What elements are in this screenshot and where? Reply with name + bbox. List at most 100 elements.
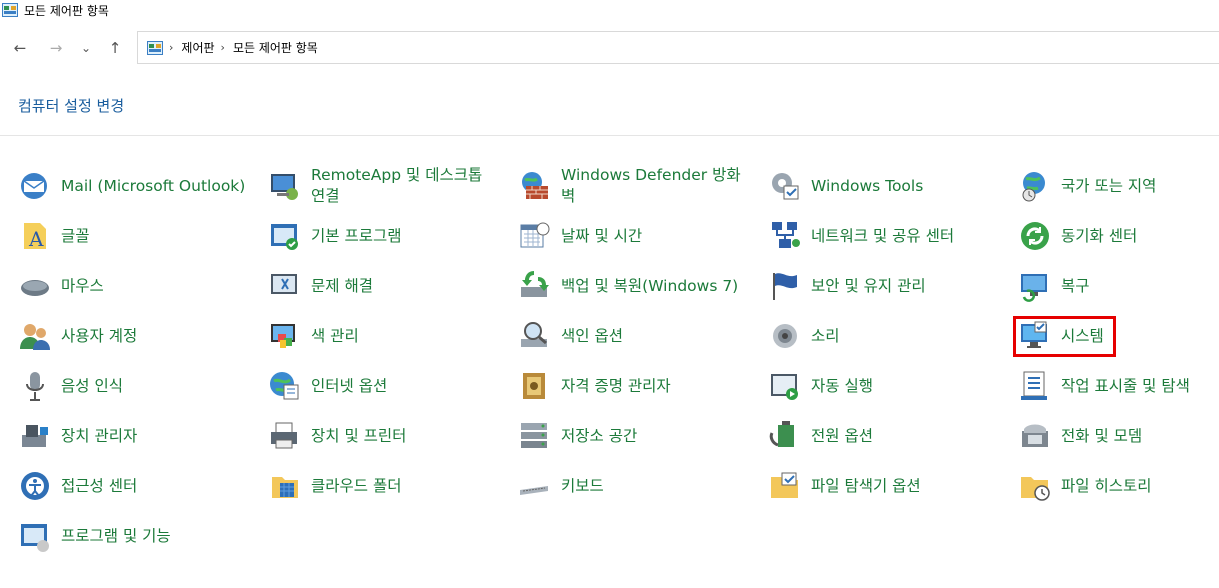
- title-bar: 모든 제어판 항목: [0, 0, 1219, 20]
- control-panel-item[interactable]: 네트워크 및 공유 센터: [768, 220, 954, 252]
- phone-icon: [1022, 424, 1048, 447]
- sync-icon: [1021, 222, 1049, 250]
- control-panel-item[interactable]: 기본 프로그램: [268, 220, 402, 252]
- folder-options-icon: [771, 472, 798, 498]
- control-panel-item-label: 사용자 계정: [61, 326, 138, 345]
- control-panel-item[interactable]: 음성 인식: [18, 370, 123, 402]
- window-title: 모든 제어판 항목: [24, 3, 109, 18]
- microphone-icon: [26, 372, 44, 401]
- control-panel-item-label: 키보드: [561, 476, 604, 495]
- control-panel-item-label: 프로그램 및 기능: [61, 526, 171, 545]
- control-panel-item-label: 글꼴: [61, 226, 90, 245]
- control-panel-item[interactable]: 색 관리: [268, 320, 359, 352]
- svg-text:A: A: [28, 227, 44, 251]
- speaker-icon: [773, 324, 797, 348]
- tools-icon: [772, 173, 799, 200]
- color-management-icon: [271, 324, 295, 348]
- control-panel-item[interactable]: 전화 및 모뎀: [1018, 420, 1142, 452]
- recent-locations-button[interactable]: ⌄: [76, 38, 96, 58]
- backup-icon: [521, 271, 549, 297]
- control-panel-item[interactable]: 마우스: [18, 270, 104, 302]
- chevron-right-icon: ›: [220, 41, 225, 54]
- control-panel-item[interactable]: 파일 탐색기 옵션: [768, 470, 921, 502]
- navigation-bar: ← → ⌄ ↑ › 제어판 › 모든 제어판 항목: [0, 31, 1219, 65]
- control-panel-item[interactable]: 프로그램 및 기능: [18, 520, 171, 552]
- control-panel-item-label: 동기화 센터: [1061, 226, 1138, 245]
- breadcrumb-control-panel[interactable]: 제어판: [181, 39, 214, 56]
- control-panel-item[interactable]: A 글꼴: [18, 220, 90, 252]
- control-panel-item-label: 기본 프로그램: [311, 226, 402, 245]
- control-panel-item-label: 자동 실행: [811, 376, 873, 395]
- control-panel-item-label: 마우스: [61, 276, 104, 295]
- control-panel-item[interactable]: 사용자 계정: [18, 320, 137, 352]
- user-accounts-icon: [20, 324, 50, 350]
- control-panel-icon: [2, 3, 18, 17]
- control-panel-item-label: 파일 히스토리: [1061, 476, 1152, 495]
- control-panel-item[interactable]: 색인 옵션: [518, 320, 623, 352]
- control-panel-item[interactable]: 동기화 센터: [1018, 220, 1137, 252]
- control-panel-item-label: 파일 탐색기 옵션: [811, 476, 921, 495]
- calendar-icon: [520, 222, 550, 248]
- firewall-icon: [522, 172, 548, 199]
- autoplay-icon: [771, 374, 798, 400]
- control-panel-item-label: 전원 옵션: [811, 426, 873, 445]
- printer-icon: [271, 422, 297, 449]
- control-panel-item[interactable]: 백업 및 복원(Windows 7): [518, 270, 738, 302]
- file-history-icon: [1021, 477, 1050, 501]
- device-manager-icon: [22, 425, 48, 447]
- control-panel-item[interactable]: 소리: [768, 320, 840, 352]
- control-panel-item[interactable]: 국가 또는 지역: [1018, 170, 1156, 202]
- control-panel-item-label: 장치 관리자: [61, 426, 138, 445]
- divider: [0, 135, 1219, 136]
- control-panel-icon: [147, 40, 163, 55]
- control-panel-item[interactable]: 자동 실행: [768, 370, 873, 402]
- control-panel-item[interactable]: 인터넷 옵션: [268, 370, 387, 402]
- control-panel-item-label: 소리: [811, 326, 840, 345]
- control-panel-item[interactable]: 복구: [1018, 270, 1090, 302]
- control-panel-item-label: 클라우드 폴더: [311, 476, 402, 495]
- recovery-icon: [1021, 274, 1047, 302]
- back-button[interactable]: ←: [10, 38, 30, 58]
- control-panel-item-label: 국가 또는 지역: [1061, 176, 1157, 195]
- control-panel-item[interactable]: RemoteApp 및 데스크톱 연결: [268, 166, 501, 205]
- control-panel-item[interactable]: 접근성 센터: [18, 470, 137, 502]
- address-bar[interactable]: › 제어판 › 모든 제어판 항목: [137, 31, 1219, 64]
- control-panel-item-label: 자격 증명 관리자: [561, 376, 671, 395]
- control-panel-item[interactable]: 작업 표시줄 및 탐색: [1018, 370, 1190, 402]
- control-panel-item[interactable]: Windows Tools: [768, 170, 923, 202]
- up-button[interactable]: ↑: [105, 38, 125, 58]
- control-panel-item-label: 날짜 및 시간: [561, 226, 643, 245]
- control-panel-item[interactable]: 날짜 및 시간: [518, 220, 642, 252]
- indexing-icon: [521, 322, 547, 347]
- forward-button[interactable]: →: [46, 38, 66, 58]
- breadcrumb-all-items[interactable]: 모든 제어판 항목: [233, 39, 318, 56]
- control-panel-item-label: 음성 인식: [61, 376, 123, 395]
- chevron-right-icon: ›: [169, 41, 174, 54]
- control-panel-item-label: 색 관리: [311, 326, 359, 345]
- ease-of-access-icon: [21, 472, 49, 500]
- control-panel-item[interactable]: Mail (Microsoft Outlook): [18, 170, 245, 202]
- control-panel-item-label: 복구: [1061, 276, 1090, 295]
- control-panel-item-label: Windows Tools: [811, 176, 924, 195]
- control-panel-item[interactable]: Windows Defender 방화벽: [518, 166, 751, 205]
- control-panel-item[interactable]: 저장소 공간: [518, 420, 637, 452]
- control-panel-item-label: 작업 표시줄 및 탐색: [1061, 376, 1190, 395]
- default-programs-icon: [271, 224, 298, 250]
- control-panel-item[interactable]: 보안 및 유지 관리: [768, 270, 926, 302]
- control-panel-item-label: Windows Defender 방화벽: [561, 166, 741, 205]
- control-panel-item[interactable]: 문제 해결: [268, 270, 373, 302]
- control-panel-item[interactable]: 파일 히스토리: [1018, 470, 1152, 502]
- globe-icon: [1022, 172, 1045, 202]
- programs-icon: [21, 524, 49, 552]
- control-panel-item[interactable]: 클라우드 폴더: [268, 470, 402, 502]
- remoteapp-icon: [271, 174, 298, 200]
- control-panel-item[interactable]: 전원 옵션: [768, 420, 873, 452]
- control-panel-item-label: 저장소 공간: [561, 426, 638, 445]
- internet-options-icon: [270, 372, 299, 400]
- control-panel-item[interactable]: 장치 관리자: [18, 420, 137, 452]
- control-panel-item-label: 백업 및 복원(Windows 7): [561, 276, 739, 295]
- control-panel-item[interactable]: 키보드: [518, 470, 604, 502]
- control-panel-item[interactable]: 자격 증명 관리자: [518, 370, 671, 402]
- control-panel-item-label: 네트워크 및 공유 센터: [811, 226, 955, 245]
- control-panel-item[interactable]: 장치 및 프린터: [268, 420, 406, 452]
